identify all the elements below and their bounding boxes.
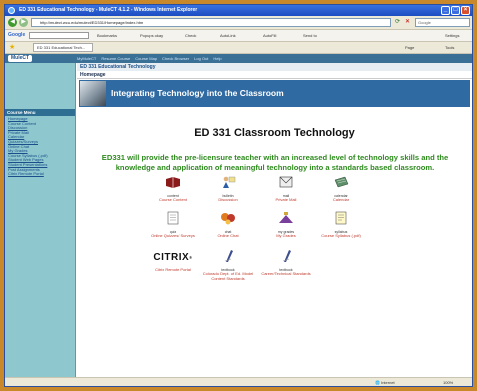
window-title: ED 331 Educational Technology - MuleCT 4…: [19, 7, 198, 13]
zone-label: Internet: [381, 380, 395, 385]
toolbar-item-autolink[interactable]: AutoLink: [220, 30, 236, 41]
course-menu-list: Homepage Course Content Discussion Private …: [5, 116, 75, 178]
refresh-icon[interactable]: ⟳: [395, 18, 400, 25]
tile-online-chat[interactable]: chat Online Chat: [200, 211, 256, 239]
status-bar: 🌐 Internet 100%: [5, 377, 472, 386]
tile-my-grades[interactable]: my grades My Grades: [258, 211, 314, 239]
page-header: Homepage: [77, 71, 472, 79]
toolbar-item-bookmarks[interactable]: Bookmarks: [97, 30, 117, 41]
favorites-star-icon[interactable]: ★: [9, 42, 15, 53]
tile-citrix[interactable]: CITRIX® Citrix Remote Portal: [145, 251, 201, 273]
site-nav-link[interactable]: Check Browser: [162, 56, 189, 61]
course-menu-header: Course Menu: [5, 109, 75, 116]
sidebar-item[interactable]: Citrix Remote Portal: [8, 172, 72, 177]
page-menu[interactable]: Page: [405, 42, 414, 53]
tile-label[interactable]: Citrix Remote Portal: [145, 267, 201, 273]
tile-label[interactable]: Colorado Dept. of Ed. Model Content Stan…: [200, 271, 256, 282]
tile-course-syllabus[interactable]: syllabus Course Syllabus (.pdf): [313, 211, 369, 239]
standards-icon: [224, 250, 233, 262]
calendar-icon: [334, 176, 349, 188]
forward-button[interactable]: ▶: [19, 18, 28, 27]
browser-tab[interactable]: ED 331 Educational Tech...: [33, 43, 93, 52]
google-toolbar: Google Bookmarks Popups okay Check AutoL…: [5, 30, 472, 42]
toolbar-item-check[interactable]: Check: [185, 30, 196, 41]
tile-label[interactable]: Career/Technical Standards: [258, 271, 314, 277]
toolbar-item-sendto[interactable]: Send to: [303, 30, 317, 41]
tile-calendar[interactable]: calendar Calendar: [313, 175, 369, 203]
tabs-bar: ★ ED 331 Educational Tech... Page Tools: [5, 42, 472, 54]
title-bar: ED 331 Educational Technology - MuleCT 4…: [5, 5, 472, 16]
tile-discussion[interactable]: bulletin Discussion: [200, 175, 256, 203]
site-nav-link[interactable]: Log Out: [194, 56, 208, 61]
tools-menu[interactable]: Tools: [445, 42, 454, 53]
tile-model-standards[interactable]: textbook Colorado Dept. of Ed. Model Con…: [200, 249, 256, 282]
banner-text: Integrating Technology into the Classroo…: [111, 88, 284, 98]
syllabus-icon: [335, 211, 347, 225]
mail-icon: [279, 176, 293, 188]
url-input[interactable]: http://mulect.wcu.edu/mulect/ED331/Homep…: [31, 18, 391, 27]
tile-quizzes[interactable]: quiz Online Quizzes/ Surveys: [145, 211, 201, 239]
course-description: ED331 will provide the pre-licensure tea…: [101, 153, 449, 172]
chat-icon: [221, 213, 235, 225]
brand-logo[interactable]: MuleCT: [8, 55, 32, 62]
google-search-input[interactable]: [29, 32, 89, 39]
course-sidebar: Course Menu Homepage Course Content Discus…: [5, 63, 76, 377]
standards-icon: [282, 250, 291, 262]
maximize-button[interactable]: □: [451, 6, 460, 15]
tile-course-content[interactable]: content Course Content: [145, 175, 201, 203]
stop-icon[interactable]: ✕: [405, 18, 410, 25]
page-title: ED 331 Classroom Technology: [194, 127, 355, 139]
tile-label[interactable]: Online Chat: [200, 233, 256, 239]
tile-label[interactable]: Online Quizzes/ Surveys: [145, 233, 201, 239]
site-nav-link[interactable]: Resume Course: [101, 56, 130, 61]
google-logo: Google: [8, 32, 26, 38]
ie-icon: [8, 7, 15, 14]
tile-label[interactable]: My Grades: [258, 233, 314, 239]
toolbar-item-autofill[interactable]: AutoFill: [263, 30, 276, 41]
site-nav: MuleCT MyMuleCT Resume Course Course Map Ch…: [5, 54, 472, 63]
zoom-level[interactable]: 100%: [443, 378, 453, 386]
tile-label[interactable]: Course Syllabus (.pdf): [313, 233, 369, 239]
toolbar-item-settings[interactable]: Settings: [445, 30, 459, 41]
tile-label[interactable]: Calendar: [313, 197, 369, 203]
citrix-logo: CITRIX®: [153, 252, 193, 263]
tile-label[interactable]: Private Mail: [258, 197, 314, 203]
book-icon: [166, 177, 180, 188]
tile-label[interactable]: Discussion: [200, 197, 256, 203]
minimize-button[interactable]: _: [441, 6, 450, 15]
site-nav-links: MyMuleCT Resume Course Course Map Check Bro…: [77, 54, 227, 63]
quiz-icon: [167, 211, 179, 225]
address-bar: ◀ ▶ http://mulect.wcu.edu/mulect/ED331/H…: [5, 16, 472, 30]
web-page: MuleCT MyMuleCT Resume Course Course Map Ch…: [5, 54, 472, 377]
banner-photo: [80, 81, 106, 106]
discussion-icon: [223, 176, 236, 188]
back-button[interactable]: ◀: [8, 18, 17, 27]
browser-window: ED 331 Educational Technology - MuleCT 4…: [4, 4, 473, 387]
tile-private-mail[interactable]: mail Private Mail: [258, 175, 314, 203]
course-title: ED 331 Educational Technology: [77, 63, 472, 71]
grades-icon: [279, 212, 293, 223]
banner: Integrating Technology into the Classroo…: [79, 80, 470, 107]
toolbar-item-popups[interactable]: Popups okay: [140, 30, 163, 41]
search-input[interactable]: Google: [415, 18, 470, 27]
site-nav-link[interactable]: MyMuleCT: [77, 56, 96, 61]
close-button[interactable]: ×: [461, 6, 470, 15]
site-nav-link[interactable]: Course Map: [135, 56, 157, 61]
tile-career-standards[interactable]: textbook Career/Technical Standards: [258, 249, 314, 277]
site-nav-link[interactable]: Help: [213, 56, 221, 61]
tile-label[interactable]: Course Content: [145, 197, 201, 203]
security-zone: 🌐 Internet: [375, 380, 395, 385]
